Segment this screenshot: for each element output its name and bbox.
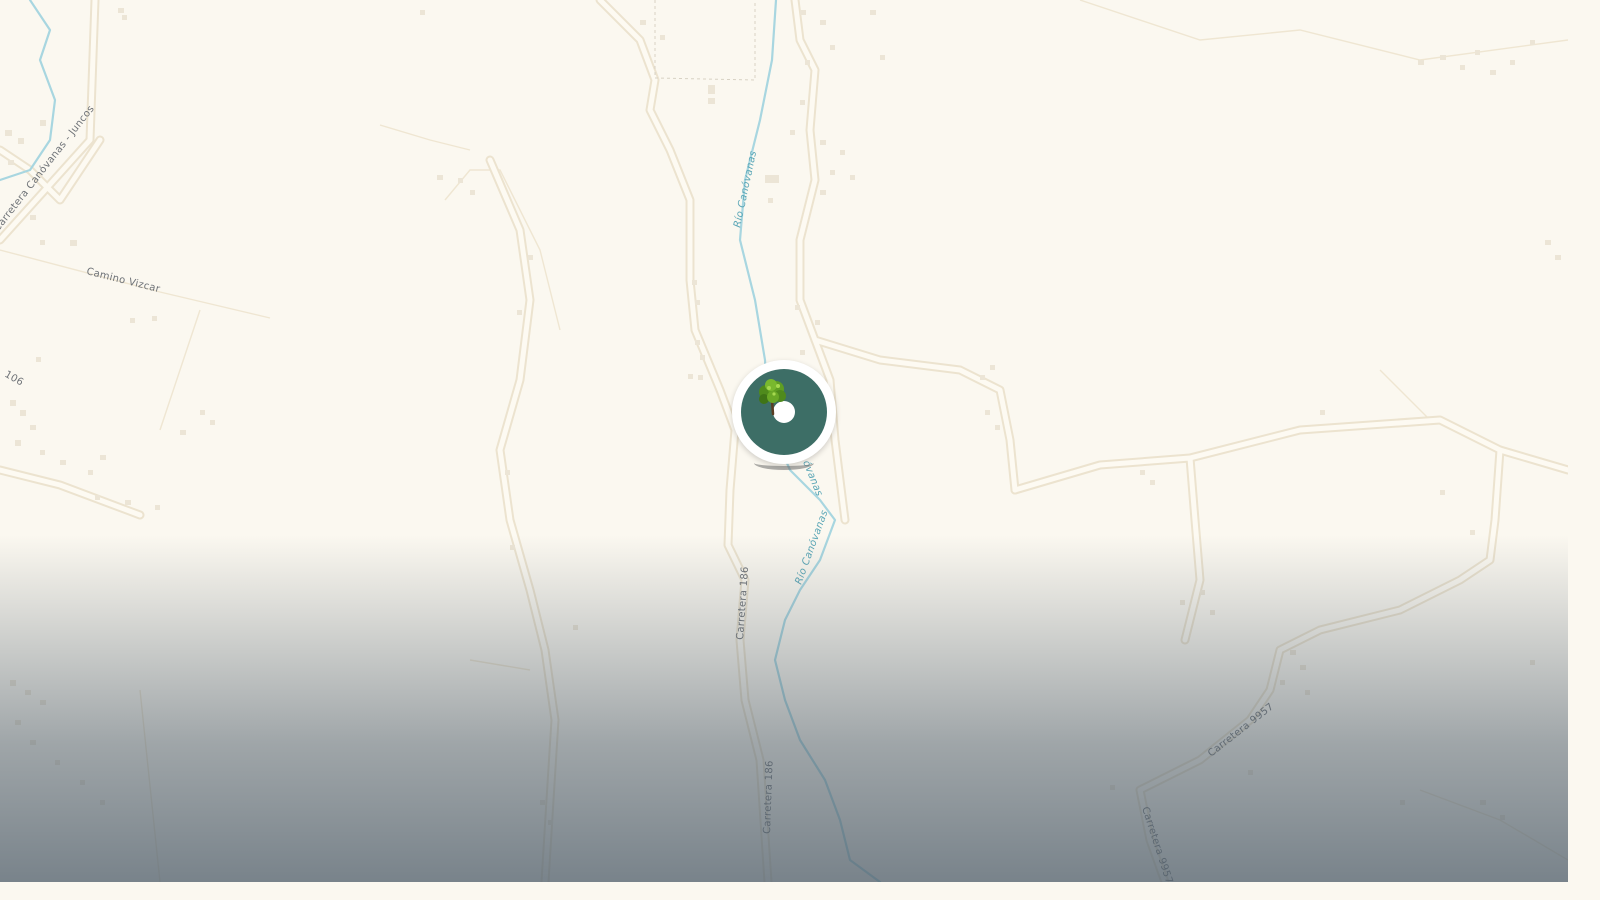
parcel-boundary — [654, 0, 756, 81]
road-label-camino-vizcar: Camino Vizcar — [85, 266, 162, 295]
road-label-carretera-186-lower: Carretera 186 — [762, 760, 776, 834]
map-marker[interactable] — [732, 360, 836, 470]
tree-icon — [759, 379, 786, 416]
road-label-carretera-9957-a: Carretera 9957 — [1206, 701, 1276, 759]
river-label-rio-canovanas-north: Río Canóvanas — [731, 150, 759, 229]
road-label-106: 106 — [3, 369, 26, 389]
road-label-carretera-186-upper: Carretera 186 — [735, 566, 751, 640]
